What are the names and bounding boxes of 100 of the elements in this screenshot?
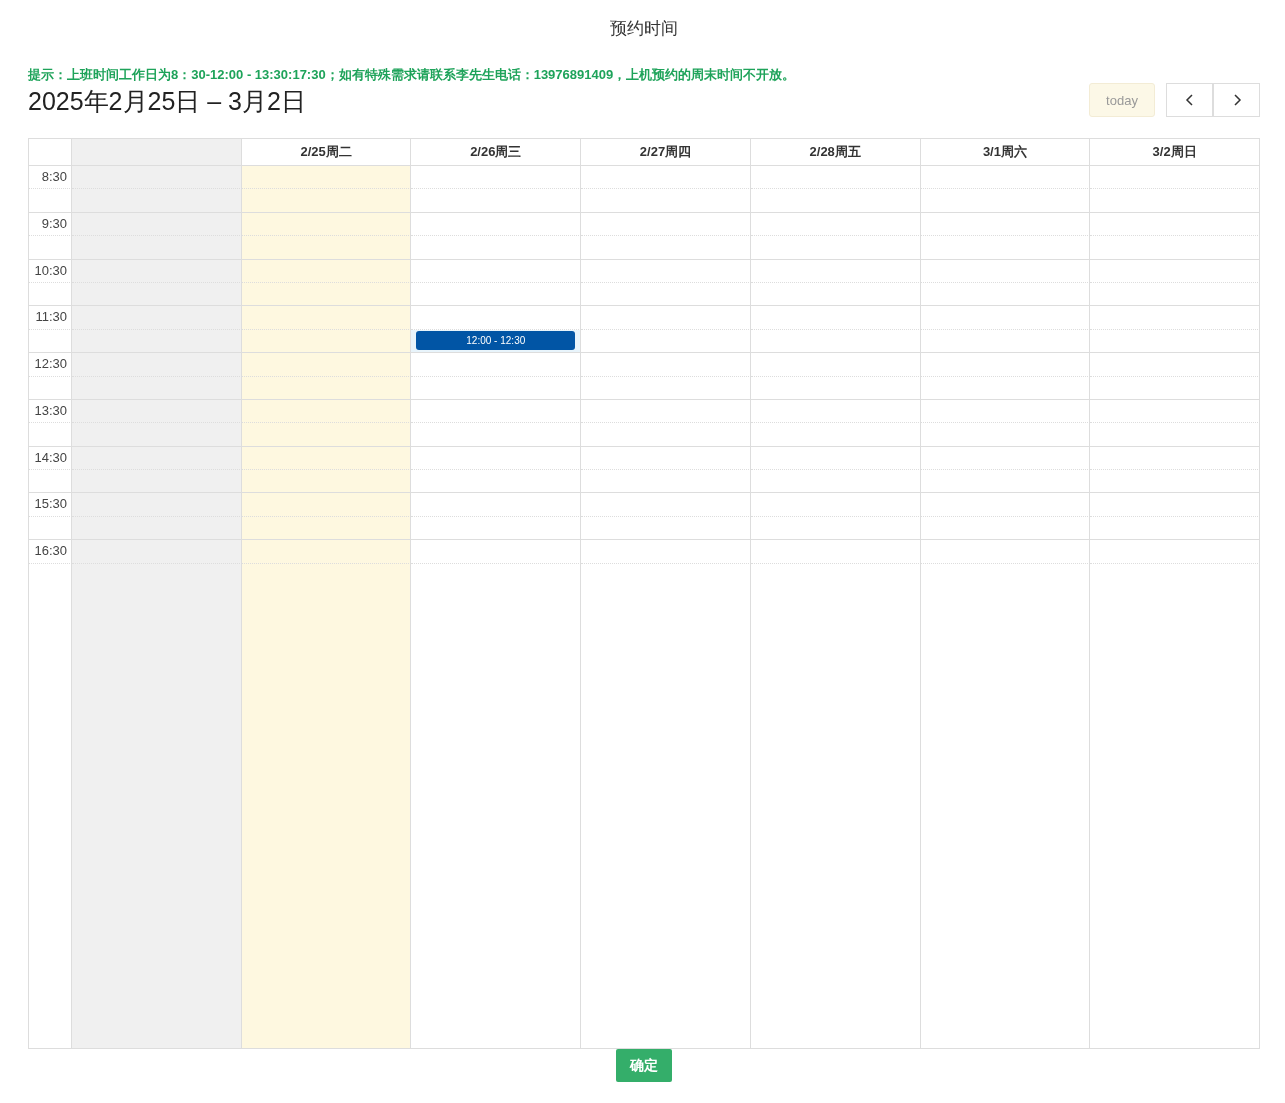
time-slot-cell[interactable] <box>72 493 242 517</box>
time-slot-cell[interactable] <box>750 376 921 400</box>
time-slot-cell[interactable] <box>750 212 921 237</box>
time-slot-cell[interactable] <box>241 166 412 190</box>
time-slot-cell[interactable] <box>241 259 412 283</box>
time-slot-cell[interactable] <box>411 399 582 424</box>
time-slot-cell[interactable] <box>750 189 921 213</box>
time-slot-cell[interactable] <box>581 493 751 517</box>
time-slot-cell[interactable] <box>920 470 1091 494</box>
time-slot-cell[interactable] <box>1090 470 1260 494</box>
time-slot-cell[interactable] <box>411 353 582 377</box>
time-slot-cell[interactable] <box>72 376 242 400</box>
time-slot-cell[interactable] <box>750 516 921 541</box>
time-slot-cell[interactable] <box>581 212 751 237</box>
time-slot-cell[interactable] <box>920 236 1091 260</box>
time-slot-cell[interactable] <box>581 282 751 307</box>
time-slot-cell[interactable] <box>920 376 1091 400</box>
time-slot-cell[interactable] <box>411 516 582 541</box>
time-slot-cell[interactable] <box>411 189 582 213</box>
time-slot-cell[interactable] <box>1090 166 1260 190</box>
time-slot-cell[interactable] <box>920 329 1091 354</box>
time-slot-cell[interactable] <box>920 189 1091 213</box>
time-slot-cell[interactable] <box>72 516 242 541</box>
time-slot-cell[interactable] <box>581 470 751 494</box>
time-slot-cell[interactable] <box>920 212 1091 237</box>
time-slot-cell[interactable] <box>750 329 921 354</box>
time-slot-cell[interactable] <box>411 282 582 307</box>
time-slot-cell[interactable] <box>581 259 751 283</box>
time-slot-cell[interactable] <box>920 259 1091 283</box>
time-slot-cell[interactable] <box>241 540 412 564</box>
time-slot-cell[interactable] <box>750 446 921 471</box>
time-slot-cell[interactable] <box>72 306 242 330</box>
time-slot-cell[interactable] <box>1090 306 1260 330</box>
time-slot-cell[interactable] <box>72 423 242 447</box>
time-slot-cell[interactable] <box>72 446 242 471</box>
time-slot-cell[interactable] <box>72 540 242 564</box>
time-slot-cell[interactable] <box>750 470 921 494</box>
time-slot-cell[interactable] <box>241 470 412 494</box>
time-slot-cell[interactable] <box>581 353 751 377</box>
time-slot-cell[interactable] <box>72 353 242 377</box>
event-block[interactable]: 12:00 - 12:30 <box>416 331 576 351</box>
time-slot-cell[interactable] <box>72 259 242 283</box>
time-slot-cell[interactable] <box>750 540 921 564</box>
time-slot-cell[interactable] <box>411 493 582 517</box>
time-slot-cell[interactable] <box>920 540 1091 564</box>
time-slot-cell[interactable] <box>920 516 1091 541</box>
time-slot-cell[interactable] <box>411 423 582 447</box>
time-slot-cell[interactable] <box>1090 329 1260 354</box>
time-slot-cell[interactable] <box>241 446 412 471</box>
time-slot-cell[interactable] <box>241 236 412 260</box>
time-slot-cell[interactable] <box>920 493 1091 517</box>
time-slot-cell[interactable] <box>920 423 1091 447</box>
time-slot-cell[interactable] <box>750 282 921 307</box>
time-slot-cell[interactable] <box>411 540 582 564</box>
time-slot-cell[interactable] <box>411 259 582 283</box>
time-slot-cell[interactable] <box>920 399 1091 424</box>
time-slot-cell[interactable] <box>581 166 751 190</box>
time-slot-cell[interactable] <box>920 282 1091 307</box>
time-slot-cell[interactable] <box>1090 540 1260 564</box>
time-slot-cell[interactable] <box>72 470 242 494</box>
time-slot-cell[interactable] <box>411 376 582 400</box>
time-slot-cell[interactable] <box>1090 493 1260 517</box>
time-slot-cell[interactable] <box>1090 236 1260 260</box>
time-slot-cell[interactable] <box>581 189 751 213</box>
time-slot-cell[interactable] <box>750 353 921 377</box>
time-slot-cell[interactable]: 12:00 - 12:30 <box>411 329 582 354</box>
time-slot-cell[interactable] <box>72 329 242 354</box>
time-slot-cell[interactable] <box>1090 376 1260 400</box>
previous-button[interactable] <box>1166 83 1213 117</box>
time-slot-cell[interactable] <box>750 166 921 190</box>
time-slot-cell[interactable] <box>241 189 412 213</box>
time-slot-cell[interactable] <box>1090 353 1260 377</box>
time-slot-cell[interactable] <box>750 236 921 260</box>
time-slot-cell[interactable] <box>411 212 582 237</box>
time-slot-cell[interactable] <box>750 399 921 424</box>
time-slot-cell[interactable] <box>581 446 751 471</box>
time-slot-cell[interactable] <box>750 306 921 330</box>
time-slot-cell[interactable] <box>72 212 242 237</box>
time-slot-cell[interactable] <box>241 329 412 354</box>
time-slot-cell[interactable] <box>581 540 751 564</box>
time-slot-cell[interactable] <box>1090 212 1260 237</box>
time-slot-cell[interactable] <box>72 166 242 190</box>
time-slot-cell[interactable] <box>411 166 582 190</box>
time-slot-cell[interactable] <box>1090 282 1260 307</box>
time-slot-cell[interactable] <box>241 493 412 517</box>
time-slot-cell[interactable] <box>1090 189 1260 213</box>
time-slot-cell[interactable] <box>411 236 582 260</box>
next-button[interactable] <box>1213 83 1260 117</box>
time-slot-cell[interactable] <box>581 306 751 330</box>
time-slot-cell[interactable] <box>920 353 1091 377</box>
time-slot-cell[interactable] <box>1090 516 1260 541</box>
time-slot-cell[interactable] <box>920 166 1091 190</box>
time-slot-cell[interactable] <box>241 353 412 377</box>
time-slot-cell[interactable] <box>241 516 412 541</box>
time-slot-cell[interactable] <box>1090 259 1260 283</box>
time-slot-cell[interactable] <box>750 493 921 517</box>
time-slot-cell[interactable] <box>581 399 751 424</box>
time-slot-cell[interactable] <box>241 423 412 447</box>
time-slot-cell[interactable] <box>241 376 412 400</box>
time-slot-cell[interactable] <box>920 306 1091 330</box>
